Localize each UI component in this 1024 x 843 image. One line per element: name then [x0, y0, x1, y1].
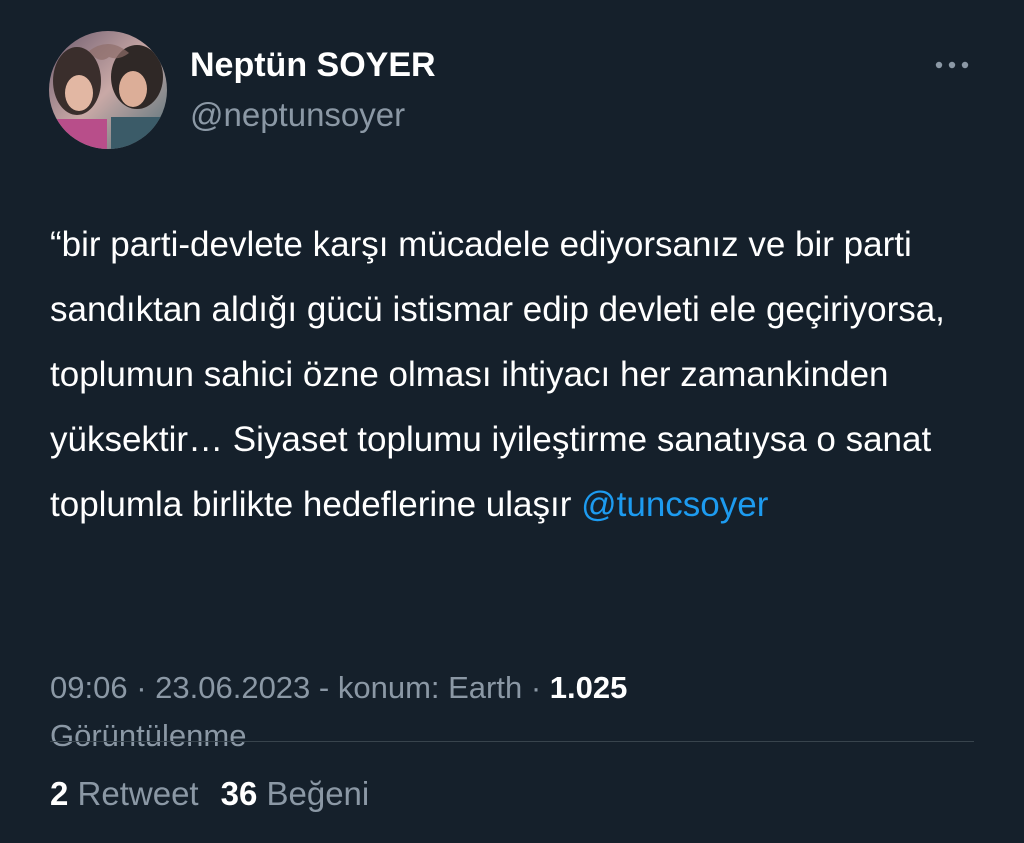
meta-separator: ·	[127, 670, 156, 705]
retweets-count: 2	[50, 775, 69, 812]
views-label: Görüntülenme	[50, 718, 247, 753]
display-name[interactable]: Neptün SOYER	[190, 43, 436, 87]
tweet-date[interactable]: 23.06.2023	[155, 670, 310, 705]
tweet-text: “bir parti-devlete karşı mücadele ediyor…	[50, 212, 990, 537]
retweets-label: Retweet	[77, 775, 199, 812]
tweet-time[interactable]: 09:06	[50, 670, 128, 705]
engagement-stats: 2 Retweet 36 Beğeni	[50, 770, 369, 818]
likes-label: Beğeni	[266, 775, 370, 812]
more-horizontal-icon	[935, 61, 969, 69]
tweet-body: “bir parti-devlete karşı mücadele ediyor…	[50, 225, 945, 524]
retweets-stat[interactable]: 2 Retweet	[50, 775, 199, 812]
more-options-button[interactable]	[926, 50, 978, 80]
views-count: 1.025	[549, 670, 628, 705]
tweet-meta: 09:06 · 23.06.2023 - konum: Earth · 1.02…	[50, 664, 970, 760]
tweet-location: konum: Earth	[337, 670, 523, 705]
avatar[interactable]	[49, 31, 167, 149]
profile-photo	[49, 31, 167, 149]
mention-link[interactable]: @tuncsoyer	[581, 485, 768, 524]
likes-stat[interactable]: 36 Beğeni	[221, 775, 370, 812]
divider	[50, 741, 974, 742]
meta-separator: ·	[522, 670, 550, 705]
likes-count: 36	[220, 775, 258, 812]
meta-separator: -	[310, 670, 338, 705]
username-handle[interactable]: @neptunsoyer	[190, 94, 405, 136]
